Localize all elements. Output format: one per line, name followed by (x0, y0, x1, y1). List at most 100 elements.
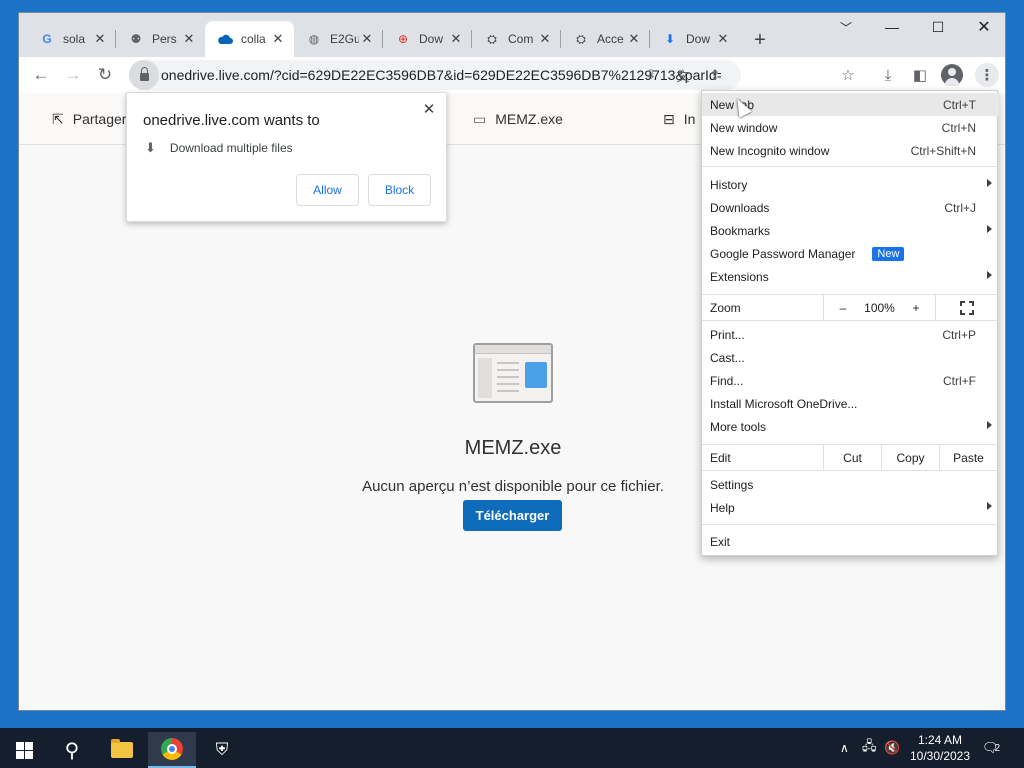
close-icon[interactable]: ✕ (181, 31, 197, 47)
menu-item-history[interactable]: History (702, 173, 999, 196)
show-hidden-icons-button[interactable]: ∧ (840, 728, 849, 768)
security-taskbar-button[interactable]: ⛨ (198, 732, 246, 768)
tab-title: E2Gu (330, 32, 359, 46)
menu-item-find[interactable]: Find... Ctrl+F (702, 369, 999, 392)
close-icon[interactable]: ✕ (448, 31, 464, 47)
notification-count: 2 (994, 742, 1001, 754)
menu-shortcut: Ctrl+F (943, 373, 976, 388)
kali-icon: ⛭ (576, 31, 586, 46)
menu-item-settings[interactable]: Settings (702, 473, 999, 496)
bookmark-star-icon[interactable]: ☆ (837, 64, 859, 86)
side-panel-icon[interactable]: ◧ (909, 64, 931, 86)
menu-item-password-manager[interactable]: Google Password Manager New (702, 242, 999, 265)
menu-item-help[interactable]: Help (702, 496, 999, 519)
close-icon[interactable]: ✕ (626, 31, 642, 47)
menu-item-downloads[interactable]: Downloads Ctrl+J (702, 196, 999, 219)
menu-item-cast[interactable]: Cast... (702, 346, 999, 369)
translate-icon[interactable]: 文 (673, 65, 693, 85)
file-explorer-button[interactable] (98, 732, 146, 768)
menu-item-bookmarks[interactable]: Bookmarks (702, 219, 999, 242)
share-command[interactable]: ⇱ Partager (52, 109, 126, 129)
shield-icon: ⛨ (215, 740, 229, 759)
chrome-menu-button[interactable]: ⋮ (975, 63, 999, 87)
tab-search-button[interactable]: ﹀ (823, 13, 869, 41)
menu-label: New Incognito window (710, 143, 830, 158)
tab-8[interactable]: ⬇ Dow ✕ (650, 21, 739, 57)
downloads-icon[interactable]: ⤓ (877, 64, 899, 86)
cut-button[interactable]: Cut (824, 445, 881, 470)
fullscreen-icon[interactable] (959, 300, 975, 316)
close-icon[interactable]: ✕ (359, 31, 375, 47)
tab-title: Pers (152, 32, 177, 46)
submenu-arrow-icon (987, 179, 992, 187)
tab-4[interactable]: ◍ E2Gu ✕ (294, 21, 383, 57)
search-icon: ⚲ (64, 739, 80, 762)
edit-row: Edit Cut Copy Paste (702, 444, 999, 471)
block-button[interactable]: Block (368, 174, 431, 206)
close-icon[interactable]: ✕ (537, 31, 553, 47)
menu-item-exit[interactable]: Exit (702, 530, 999, 553)
chrome-taskbar-button[interactable] (148, 732, 196, 768)
menu-label: New window (710, 120, 778, 135)
address-bar[interactable]: onedrive.live.com/?cid=629DE22EC3596DB7&… (129, 60, 741, 90)
info-command[interactable]: ⊟ In (663, 109, 695, 129)
new-tab-button[interactable]: + (747, 27, 773, 53)
close-window-button[interactable]: ✕ (961, 13, 1005, 41)
submenu-arrow-icon (987, 502, 992, 510)
tab-5[interactable]: ⊕ Dow ✕ (383, 21, 472, 57)
network-icon[interactable]: 🖧 (862, 728, 877, 768)
profile-avatar[interactable] (941, 64, 963, 86)
back-button[interactable]: ← (27, 61, 55, 89)
address-text[interactable]: onedrive.live.com/?cid=629DE22EC3596DB7&… (161, 67, 721, 83)
close-icon[interactable]: ✕ (420, 100, 438, 118)
taskbar: ⚲ ⛨ ∧ 🖧 🔇 1:24 AM 10/30/2023 🗨 2 (0, 728, 1024, 768)
menu-item-new-window[interactable]: New window Ctrl+N (702, 116, 999, 139)
clock-time: 1:24 AM (917, 733, 963, 747)
submenu-arrow-icon (987, 225, 992, 233)
close-icon[interactable]: ✕ (92, 31, 108, 47)
tab-6[interactable]: ⛭ Com ✕ (472, 21, 561, 57)
download-icon: ⬇ (145, 140, 156, 155)
search-button[interactable]: ⚲ (48, 732, 96, 768)
menu-label: Install Microsoft OneDrive... (710, 396, 858, 411)
permission-item: ⬇ Download multiple files (145, 140, 293, 156)
menu-label: Help (710, 500, 735, 515)
submenu-arrow-icon (987, 271, 992, 279)
menu-label: Cast... (710, 350, 745, 365)
menu-item-extensions[interactable]: Extensions (702, 265, 999, 288)
tab-7[interactable]: ⛭ Acce ✕ (561, 21, 650, 57)
minimize-button[interactable]: — (869, 13, 915, 41)
lock-icon[interactable] (129, 60, 159, 90)
menu-label: Downloads (710, 200, 770, 215)
tab-1[interactable]: G sola ✕ (27, 21, 116, 57)
chrome-menu: New tab Ctrl+T New window Ctrl+N New Inc… (701, 90, 999, 556)
menu-item-install-onedrive[interactable]: Install Microsoft OneDrive... (702, 392, 999, 415)
tab-2[interactable]: ⚉ Pers ✕ (116, 21, 205, 57)
close-icon[interactable]: ✕ (270, 31, 286, 47)
menu-item-new-incognito[interactable]: New Incognito window Ctrl+Shift+N (702, 139, 999, 162)
file-name-label: MEMZ.exe (495, 111, 563, 127)
download-button[interactable]: Télécharger (463, 500, 562, 531)
clock[interactable]: 1:24 AM 10/30/2023 (902, 732, 978, 764)
tab-title: Dow (686, 32, 711, 46)
install-app-icon[interactable]: ⇩ (641, 65, 661, 85)
menu-item-print[interactable]: Print... Ctrl+P (702, 323, 999, 346)
paste-button[interactable]: Paste (940, 445, 997, 470)
file-name-command: ▭ MEMZ.exe (473, 109, 563, 129)
volume-muted-icon[interactable]: 🔇 (884, 728, 900, 768)
menu-label: More tools (710, 419, 767, 434)
close-icon[interactable]: ✕ (715, 31, 731, 47)
menu-item-more-tools[interactable]: More tools (702, 415, 999, 438)
menu-label: Print... (710, 327, 745, 342)
zoom-out-button[interactable]: – (824, 295, 862, 320)
reload-button[interactable]: ↻ (91, 61, 119, 89)
notifications-button[interactable]: 🗨 2 (982, 728, 1000, 768)
forward-button[interactable]: → (59, 61, 87, 89)
copy-button[interactable]: Copy (882, 445, 939, 470)
start-button[interactable] (0, 732, 48, 768)
share-icon[interactable]: ⇪ (705, 65, 725, 85)
allow-button[interactable]: Allow (296, 174, 359, 206)
zoom-in-button[interactable]: + (897, 295, 935, 320)
tab-3-active[interactable]: colla ✕ (205, 21, 294, 57)
maximize-button[interactable]: ☐ (915, 13, 961, 41)
